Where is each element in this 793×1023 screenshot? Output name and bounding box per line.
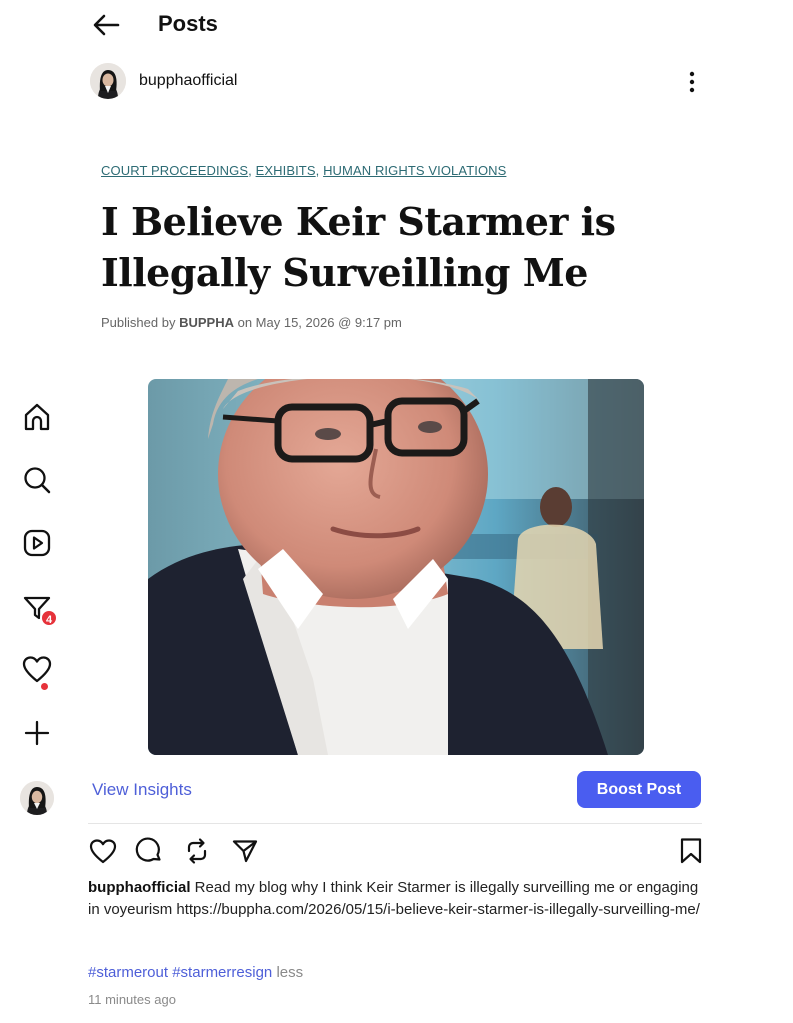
boost-post-button[interactable]: Boost Post (577, 771, 701, 808)
reels-icon[interactable] (20, 526, 54, 560)
headline-line: Illegally Surveilling Me (101, 250, 588, 295)
back-arrow-icon[interactable] (90, 10, 124, 40)
post-timestamp: 11 minutes ago (88, 992, 176, 1007)
share-icon[interactable] (230, 836, 260, 866)
hashtag-link[interactable]: #starmerresign (172, 964, 272, 981)
activity-dot (41, 683, 48, 690)
profile-avatar[interactable] (20, 781, 54, 815)
plus-icon[interactable] (20, 716, 54, 750)
post-author-avatar[interactable] (90, 63, 126, 99)
comment-icon[interactable] (134, 836, 164, 866)
search-icon[interactable] (20, 463, 54, 497)
repost-icon[interactable] (182, 836, 212, 866)
post-photo[interactable] (148, 379, 644, 755)
article-headline: I Believe Keir Starmer is Illegally Surv… (101, 196, 661, 298)
category-link[interactable]: HUMAN RIGHTS VIOLATIONS (323, 163, 506, 178)
page-title: Posts (158, 11, 218, 36)
article-categories: COURT PROCEEDINGS, EXHIBITS, HUMAN RIGHT… (101, 163, 507, 178)
divider (88, 823, 702, 824)
headline-line: I Believe Keir Starmer is (101, 199, 616, 244)
published-meta: Published by BUPPHA on May 15, 2026 @ 9:… (101, 315, 402, 330)
home-icon[interactable] (20, 400, 54, 434)
author-name: BUPPHA (179, 315, 234, 330)
post-caption: bupphaofficial Read my blog why I think … (88, 877, 708, 921)
heart-icon[interactable] (20, 653, 54, 687)
hashtag-row: #starmerout #starmerresign less (88, 964, 303, 981)
show-less-link[interactable]: less (276, 964, 303, 981)
view-insights-link[interactable]: View Insights (92, 780, 192, 800)
more-options-icon[interactable] (682, 68, 702, 96)
notification-badge: 4 (40, 609, 58, 627)
category-link[interactable]: EXHIBITS (256, 163, 316, 178)
hashtag-link[interactable]: #starmerout (88, 964, 168, 981)
published-date: on May 15, 2026 @ 9:17 pm (237, 315, 402, 330)
like-icon[interactable] (88, 836, 118, 866)
caption-username[interactable]: bupphaofficial (88, 879, 191, 896)
post-author-username[interactable]: bupphaofficial (139, 72, 237, 90)
bookmark-icon[interactable] (676, 836, 706, 866)
published-prefix: Published by (101, 315, 176, 330)
clipped-text-fragment (200, 352, 560, 358)
category-link[interactable]: COURT PROCEEDINGS (101, 163, 248, 178)
